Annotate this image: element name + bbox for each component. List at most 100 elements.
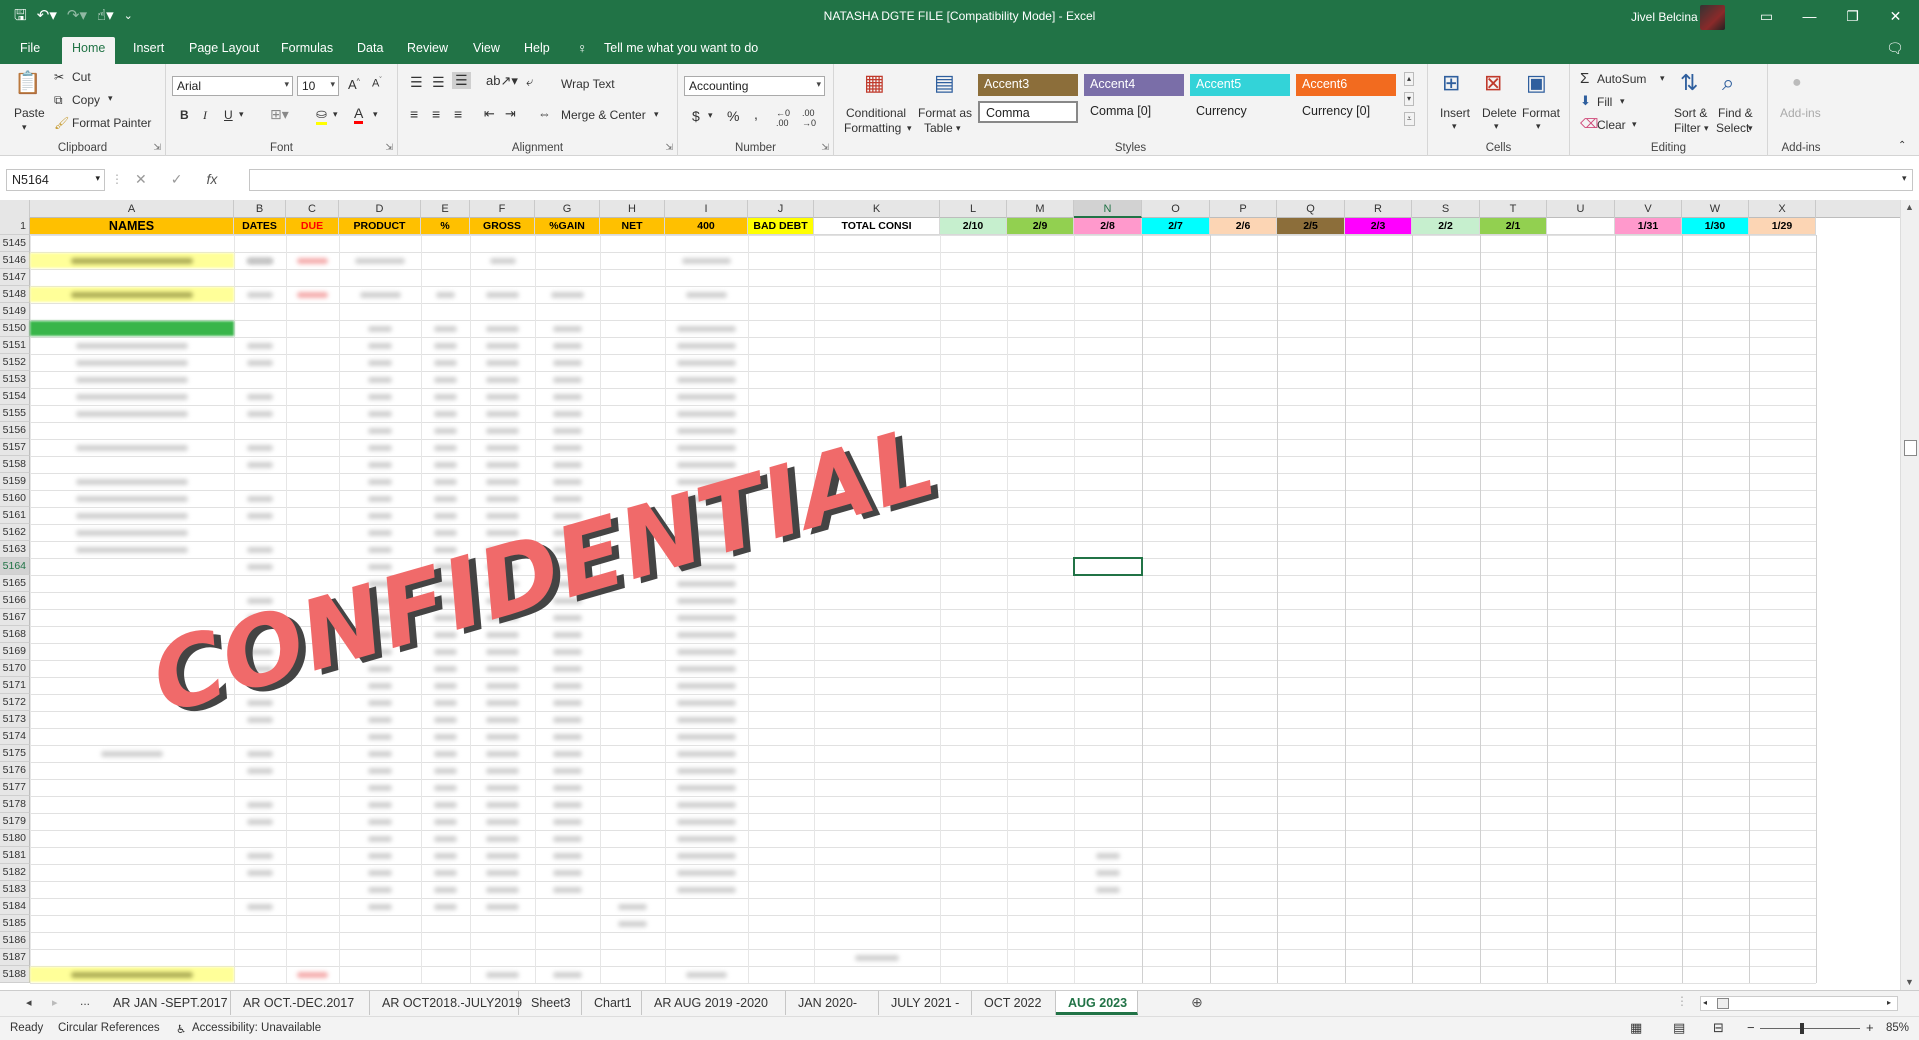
header-cell-i[interactable]: 400 <box>665 218 748 235</box>
sheet-prev-icon[interactable]: ◂ <box>26 996 32 1009</box>
header-cell-a[interactable]: NAMES <box>30 218 234 235</box>
paste-button[interactable]: Paste <box>14 106 45 120</box>
increase-indent-icon[interactable]: ⇥ <box>505 106 516 122</box>
row-header[interactable]: 5158 <box>0 456 30 473</box>
top-align-icon[interactable]: ☰ <box>410 74 423 91</box>
format-cells-icon[interactable]: ▣ <box>1526 70 1547 96</box>
style-accent3[interactable]: Accent3 <box>978 74 1078 96</box>
accounting-format-icon[interactable]: $ <box>692 108 700 124</box>
row-header[interactable]: 5148 <box>0 286 30 303</box>
style-currency-0[interactable]: Currency [0] <box>1296 101 1396 123</box>
header-cell-h[interactable]: NET <box>600 218 665 235</box>
row-header[interactable]: 5159 <box>0 473 30 490</box>
number-launcher-icon[interactable]: ⇲ <box>821 142 829 153</box>
column-header-i[interactable]: I <box>665 200 748 218</box>
grow-font-icon[interactable]: A^ <box>348 77 360 92</box>
sheet-next-icon[interactable]: ▸ <box>52 996 58 1009</box>
column-header-s[interactable]: S <box>1412 200 1480 218</box>
name-box[interactable]: N5164 ▾ <box>6 169 105 191</box>
tab-data[interactable]: Data <box>357 41 383 55</box>
header-cell-x[interactable]: 1/29 <box>1749 218 1816 235</box>
row-header[interactable]: 5173 <box>0 711 30 728</box>
accounting-dropdown-icon[interactable]: ▾ <box>708 110 713 121</box>
merge-dropdown-icon[interactable]: ▾ <box>654 109 659 120</box>
bold-icon[interactable]: B <box>180 108 189 122</box>
tab-view[interactable]: View <box>473 41 500 55</box>
selected-cell[interactable] <box>1073 557 1143 576</box>
styles-scroll-down-icon[interactable]: ▾ <box>1404 92 1415 106</box>
delete-cells-button[interactable]: Delete <box>1482 106 1517 120</box>
underline-icon[interactable]: U <box>224 108 233 122</box>
sheet-tab[interactable]: AUG 2023 <box>1056 991 1138 1015</box>
column-header-t[interactable]: T <box>1480 200 1547 218</box>
column-header-f[interactable]: F <box>470 200 535 218</box>
decrease-indent-icon[interactable]: ⇤ <box>484 106 495 122</box>
vertical-scroll-thumb[interactable] <box>1904 440 1917 456</box>
row-header[interactable]: 5180 <box>0 830 30 847</box>
tab-page-layout[interactable]: Page Layout <box>189 41 259 55</box>
header-cell-f[interactable]: GROSS <box>470 218 535 235</box>
page-break-view-icon[interactable]: ⊟ <box>1713 1020 1724 1036</box>
column-header-p[interactable]: P <box>1210 200 1277 218</box>
row-header[interactable]: 5160 <box>0 490 30 507</box>
row-header[interactable]: 5177 <box>0 779 30 796</box>
header-cell-g[interactable]: %GAIN <box>535 218 600 235</box>
sort-filter-label-2[interactable]: Filter <box>1674 121 1701 135</box>
row-header[interactable]: 5163 <box>0 541 30 558</box>
header-cell-p[interactable]: 2/6 <box>1210 218 1277 235</box>
zoom-level[interactable]: 85% <box>1886 1022 1909 1034</box>
row-header[interactable]: 5153 <box>0 371 30 388</box>
number-format-combo[interactable]: Accounting ▾ <box>684 76 825 96</box>
avatar[interactable] <box>1700 5 1725 30</box>
tab-insert[interactable]: Insert <box>133 41 164 55</box>
addins-icon[interactable]: ● <box>1792 74 1802 92</box>
column-header-r[interactable]: R <box>1345 200 1412 218</box>
sheet-overflow-button[interactable]: ... <box>80 994 90 1008</box>
style-accent4[interactable]: Accent4 <box>1084 74 1184 96</box>
row-header[interactable]: 5167 <box>0 609 30 626</box>
copy-dropdown-icon[interactable]: ▾ <box>108 93 113 104</box>
row-header[interactable]: 5185 <box>0 915 30 932</box>
page-layout-view-icon[interactable]: ▤ <box>1673 1020 1685 1036</box>
row-header[interactable]: 5178 <box>0 796 30 813</box>
paste-icon[interactable]: 📋 <box>14 70 41 96</box>
row-header[interactable]: 5164 <box>0 558 30 575</box>
style-comma[interactable]: Comma <box>978 101 1078 123</box>
row-header[interactable]: 5179 <box>0 813 30 830</box>
horizontal-scroll-thumb[interactable] <box>1717 998 1729 1009</box>
sheet-tab[interactable]: AR OCT.-DEC.2017 <box>231 991 370 1015</box>
merge-center-icon[interactable]: ⇔ <box>538 106 551 121</box>
merge-center-button[interactable]: Merge & Center <box>561 108 646 122</box>
decrease-decimal-icon[interactable]: .00 →0 <box>802 108 816 128</box>
row-header[interactable]: 5161 <box>0 507 30 524</box>
column-header-q[interactable]: Q <box>1277 200 1345 218</box>
sheet-tab[interactable]: JAN 2020- <box>786 991 879 1015</box>
row-header[interactable]: 5169 <box>0 643 30 660</box>
find-select-icon[interactable]: ⌕ <box>1722 70 1734 96</box>
header-cell-u[interactable] <box>1547 218 1615 235</box>
formula-input[interactable] <box>249 169 1913 191</box>
column-header-m[interactable]: M <box>1007 200 1074 218</box>
enter-icon[interactable]: ✓ <box>171 171 183 188</box>
increase-decimal-icon[interactable]: ←0.00 <box>776 108 790 128</box>
format-as-table-label-1[interactable]: Format as <box>918 106 972 120</box>
sheet-tab[interactable]: AR AUG 2019 -2020 <box>642 991 786 1015</box>
header-cell-e[interactable]: % <box>421 218 470 235</box>
header-cell-l[interactable]: 2/10 <box>940 218 1007 235</box>
scroll-left-icon[interactable]: ◂ <box>1703 998 1707 1007</box>
sort-filter-label-1[interactable]: Sort & <box>1674 106 1707 120</box>
format-painter-icon[interactable]: 🖌 <box>54 116 69 130</box>
zoom-in-icon[interactable]: + <box>1866 1020 1874 1035</box>
scroll-down-icon[interactable]: ▼ <box>1905 977 1914 987</box>
align-center-icon[interactable]: ≡ <box>432 106 440 122</box>
row-header[interactable]: 5170 <box>0 660 30 677</box>
autosum-button[interactable]: AutoSum <box>1597 72 1646 86</box>
row-header[interactable]: 1 <box>0 218 30 235</box>
column-header-h[interactable]: H <box>600 200 665 218</box>
row-header[interactable]: 5176 <box>0 762 30 779</box>
row-header[interactable]: 5186 <box>0 932 30 949</box>
tab-split-grip-icon[interactable]: ⋮ <box>1676 994 1688 1008</box>
header-cell-o[interactable]: 2/7 <box>1142 218 1210 235</box>
column-header-k[interactable]: K <box>814 200 940 218</box>
font-launcher-icon[interactable]: ⇲ <box>385 142 393 153</box>
